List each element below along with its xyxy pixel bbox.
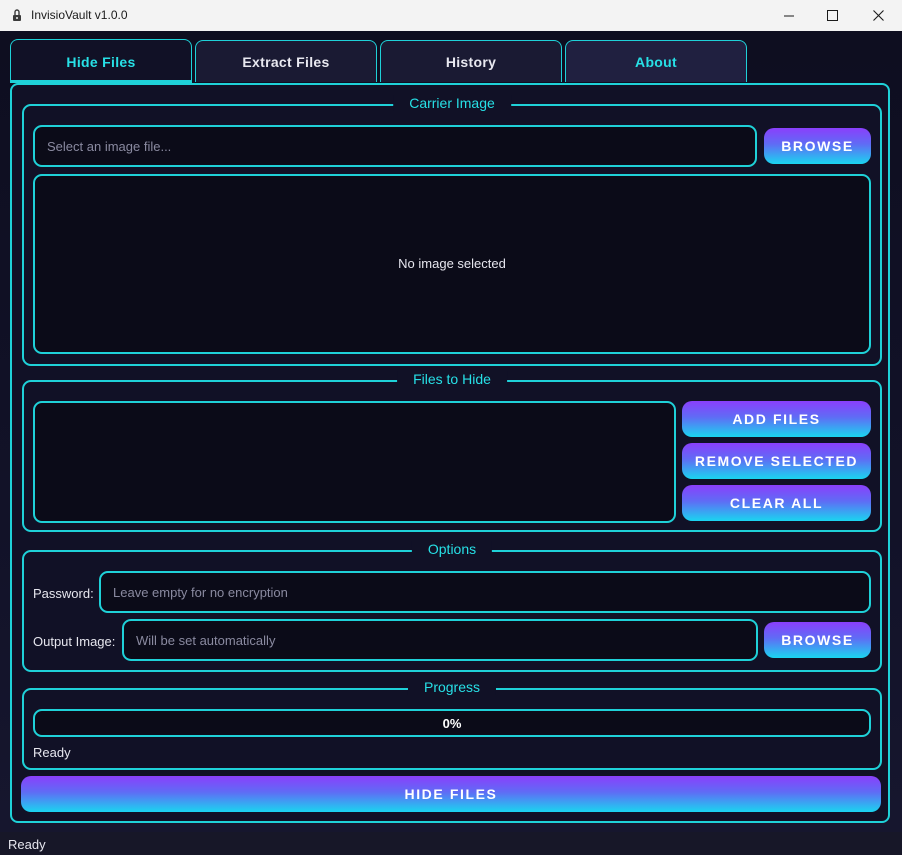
button-label: HIDE FILES xyxy=(404,786,498,802)
group-title: Carrier Image xyxy=(393,95,511,111)
minimize-icon xyxy=(784,15,794,16)
status-bar: Ready xyxy=(0,832,902,855)
title-bar: InvisioVault v1.0.0 xyxy=(0,0,902,32)
image-preview: No image selected xyxy=(33,174,871,354)
button-label: BROWSE xyxy=(781,632,854,648)
minimize-button[interactable] xyxy=(766,0,812,31)
app-icon xyxy=(13,9,21,21)
tab-label: Hide Files xyxy=(66,53,136,70)
group-title: Files to Hide xyxy=(397,371,507,387)
output-image-input[interactable] xyxy=(122,619,758,661)
progress-group: Progress 0% Ready xyxy=(22,679,882,770)
button-label: ADD FILES xyxy=(732,411,821,427)
tab-hide-files[interactable]: Hide Files xyxy=(10,39,192,83)
progress-bar: 0% xyxy=(33,709,871,737)
carrier-image-input[interactable] xyxy=(33,125,757,167)
tab-about[interactable]: About xyxy=(565,40,747,82)
tab-label: History xyxy=(445,53,497,70)
hide-files-button[interactable]: HIDE FILES xyxy=(21,776,881,812)
remove-selected-button[interactable]: REMOVE SELECTED xyxy=(682,443,871,479)
status-text: Ready xyxy=(8,837,46,852)
client-area: Hide Files Extract Files History About C… xyxy=(0,31,902,832)
button-label: CLEAR ALL xyxy=(729,495,824,511)
files-to-hide-group: Files to Hide ADD FILES REMOVE SELECTED … xyxy=(22,371,882,532)
password-label: Password: xyxy=(33,586,94,601)
image-preview-text: No image selected xyxy=(398,256,506,271)
close-button[interactable] xyxy=(855,0,901,31)
button-label: REMOVE SELECTED xyxy=(694,453,859,469)
maximize-icon xyxy=(826,10,838,21)
tab-history[interactable]: History xyxy=(380,40,562,82)
tab-label: About xyxy=(635,53,677,70)
carrier-browse-button[interactable]: BROWSE xyxy=(764,128,871,164)
hide-files-panel: Carrier Image BROWSE No image selected F… xyxy=(10,83,890,823)
tab-label: Extract Files xyxy=(242,53,330,70)
maximize-button[interactable] xyxy=(809,0,855,31)
group-title: Progress xyxy=(407,679,497,695)
password-input[interactable] xyxy=(99,571,871,613)
files-list[interactable] xyxy=(33,401,676,523)
options-group: Options Password: Output Image: BROWSE xyxy=(22,541,882,672)
carrier-image-group: Carrier Image BROWSE No image selected xyxy=(22,95,882,366)
window-title: InvisioVault v1.0.0 xyxy=(31,8,128,22)
close-icon xyxy=(872,10,884,21)
progress-status: Ready xyxy=(33,745,71,760)
clear-all-button[interactable]: CLEAR ALL xyxy=(682,485,871,521)
group-title: Options xyxy=(411,541,493,557)
tab-extract-files[interactable]: Extract Files xyxy=(195,40,377,82)
add-files-button[interactable]: ADD FILES xyxy=(682,401,871,437)
output-browse-button[interactable]: BROWSE xyxy=(764,622,871,658)
progress-value: 0% xyxy=(442,716,462,731)
button-label: BROWSE xyxy=(781,138,854,154)
output-image-label: Output Image: xyxy=(33,634,116,649)
